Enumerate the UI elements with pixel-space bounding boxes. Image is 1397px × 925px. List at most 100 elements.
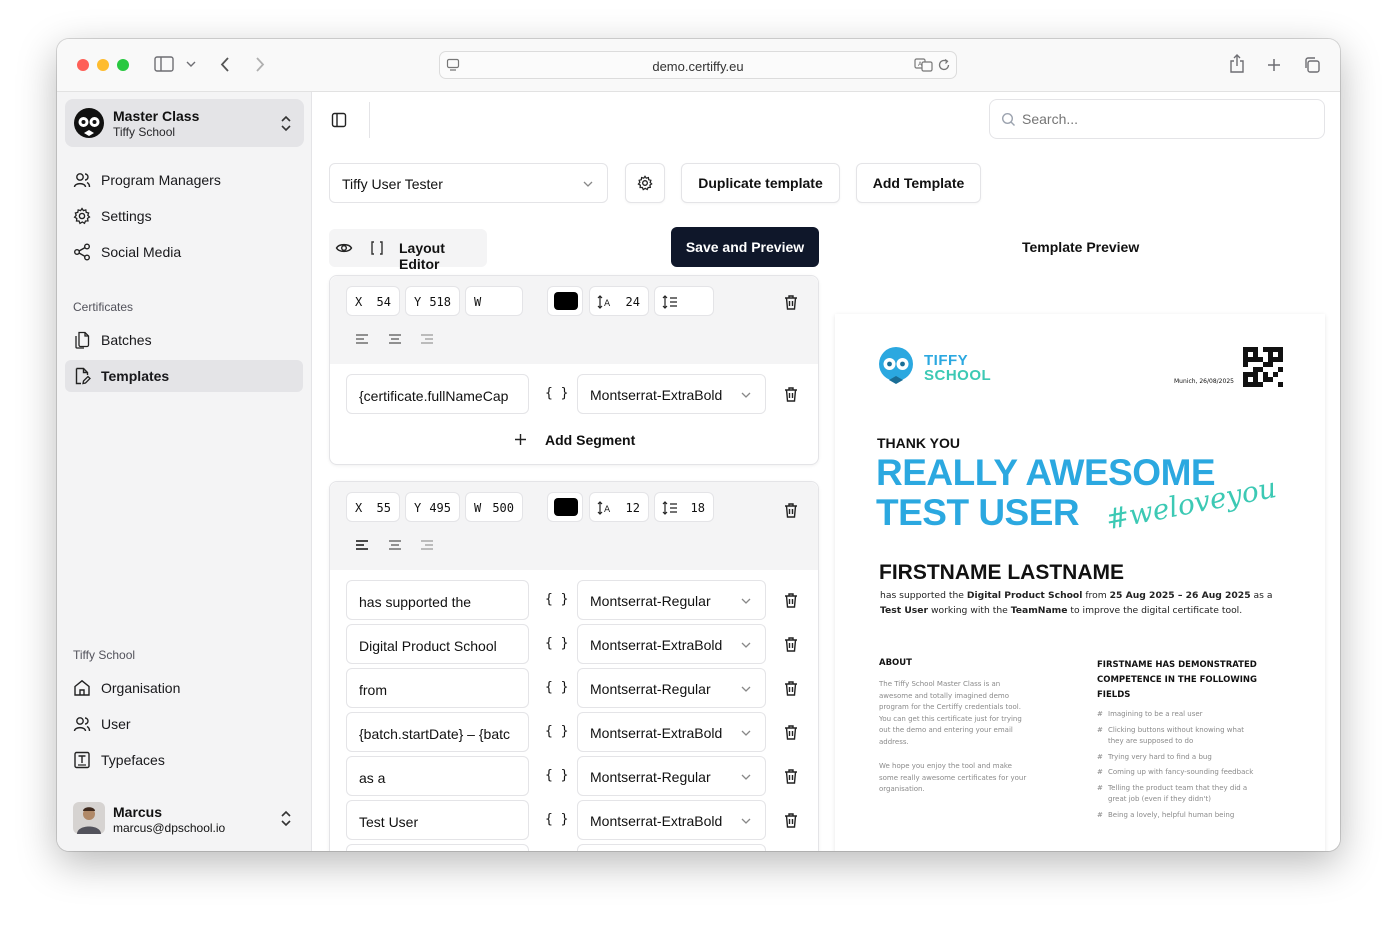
about-paragraph-1: The Tiffy School Master Class is an awes… bbox=[879, 679, 1022, 748]
segment-text-input[interactable]: {batch.startDate} – {batc bbox=[346, 712, 529, 752]
sidebar-item-batches[interactable]: Batches bbox=[65, 324, 303, 356]
tab-overview-icon[interactable] bbox=[1303, 56, 1321, 74]
add-template-button[interactable]: Add Template bbox=[856, 163, 981, 203]
align-right-icon[interactable] bbox=[420, 539, 434, 551]
org-switcher[interactable]: Master Class Tiffy School bbox=[65, 99, 304, 147]
align-left-icon[interactable] bbox=[355, 333, 369, 345]
chevron-down-icon bbox=[741, 730, 751, 736]
svg-text:A: A bbox=[604, 299, 611, 309]
reload-icon[interactable] bbox=[937, 58, 951, 72]
color-picker[interactable] bbox=[547, 492, 583, 522]
search-box[interactable] bbox=[989, 99, 1325, 139]
save-preview-button[interactable]: Save and Preview bbox=[671, 227, 819, 267]
competence-item: # Coming up with fancy-sounding feedback bbox=[1097, 767, 1253, 779]
translate-icon[interactable]: A bbox=[914, 57, 934, 73]
panel-toggle-icon[interactable] bbox=[331, 112, 347, 128]
align-center-icon[interactable] bbox=[388, 333, 402, 345]
text-block-card: X 54 Y 518 W A 24 {certificate.fullNameCap… bbox=[329, 275, 819, 465]
y-position-input[interactable]: Y 518 bbox=[405, 286, 460, 316]
variable-button[interactable]: { } bbox=[545, 768, 568, 783]
body-text: to improve the digital certificate tool. bbox=[1067, 605, 1243, 616]
sidebar-item-label: Batches bbox=[101, 332, 152, 348]
trash-icon[interactable] bbox=[783, 812, 799, 828]
chevron-down-icon[interactable] bbox=[186, 61, 196, 68]
sidebar-item-typefaces[interactable]: Typefaces bbox=[65, 744, 303, 776]
font-select[interactable]: Montserrat-Regular bbox=[577, 668, 766, 708]
x-position-input[interactable]: X 55 bbox=[346, 492, 400, 522]
font-size-input[interactable]: A 12 bbox=[589, 492, 649, 522]
width-input[interactable]: W bbox=[465, 286, 523, 316]
width-input[interactable]: W 500 bbox=[465, 492, 523, 522]
font-select[interactable]: Montserrat-Regular bbox=[577, 756, 766, 796]
search-input[interactable] bbox=[1022, 109, 1302, 129]
w-key: W bbox=[474, 295, 482, 309]
address-bar[interactable]: demo.certiffy.eu A bbox=[439, 51, 957, 79]
trash-icon[interactable] bbox=[783, 680, 799, 696]
font-size-input[interactable]: A 24 bbox=[589, 286, 649, 316]
template-select[interactable]: Tiffy User Tester bbox=[329, 163, 608, 203]
x-position-input[interactable]: X 54 bbox=[346, 286, 400, 316]
competence-text: great job (even if they didn't) bbox=[1108, 795, 1211, 803]
font-select[interactable]: Montserrat-ExtraBold bbox=[577, 624, 766, 664]
font-select[interactable]: Montserrat-Regular bbox=[577, 580, 766, 620]
sidebar-item-organisation[interactable]: Organisation bbox=[65, 672, 303, 704]
share-icon[interactable] bbox=[1229, 54, 1245, 74]
back-arrow-icon[interactable] bbox=[219, 56, 231, 73]
variable-button[interactable]: { } bbox=[545, 680, 568, 695]
sidebar-item-program-managers[interactable]: Program Managers bbox=[65, 164, 303, 196]
eye-icon[interactable] bbox=[335, 239, 353, 257]
browser-toolbar: demo.certiffy.eu A bbox=[57, 39, 1340, 92]
add-segment-button[interactable]: Add Segment bbox=[510, 428, 640, 452]
variable-button[interactable]: { } bbox=[545, 386, 568, 401]
variable-button[interactable]: { } bbox=[545, 636, 568, 651]
layout-editor-header: Layout Editor bbox=[329, 229, 487, 272]
variable-button[interactable]: { } bbox=[545, 724, 568, 739]
sidebar-item-social-media[interactable]: Social Media bbox=[65, 236, 303, 268]
trash-icon[interactable] bbox=[783, 592, 799, 608]
zoom-window-button[interactable] bbox=[117, 59, 129, 71]
variable-button[interactable]: { } bbox=[545, 812, 568, 827]
segment-text-input[interactable] bbox=[346, 844, 529, 851]
minimize-window-button[interactable] bbox=[97, 59, 109, 71]
y-position-input[interactable]: Y 495 bbox=[405, 492, 460, 522]
align-right-icon[interactable] bbox=[420, 333, 434, 345]
forward-arrow-icon[interactable] bbox=[254, 56, 266, 73]
variable-button[interactable]: { } bbox=[545, 592, 568, 607]
line-height-value: 18 bbox=[690, 501, 705, 515]
user-menu[interactable]: Marcus marcus@dpschool.io bbox=[65, 794, 304, 842]
font-select[interactable]: Montserrat-ExtraBold bbox=[577, 712, 766, 752]
sidebar-item-settings[interactable]: Settings bbox=[65, 200, 303, 232]
font-select[interactable] bbox=[577, 844, 766, 851]
segment-text-input[interactable]: from bbox=[346, 668, 529, 708]
font-select[interactable]: Montserrat-ExtraBold bbox=[577, 800, 766, 840]
close-window-button[interactable] bbox=[77, 59, 89, 71]
segment-text-input[interactable]: Digital Product School bbox=[346, 624, 529, 664]
align-center-icon[interactable] bbox=[388, 539, 402, 551]
line-height-input[interactable] bbox=[654, 286, 714, 316]
new-tab-icon[interactable] bbox=[1266, 57, 1282, 73]
trash-icon[interactable] bbox=[783, 768, 799, 784]
trash-icon[interactable] bbox=[783, 636, 799, 652]
color-picker[interactable] bbox=[547, 286, 583, 316]
trash-icon[interactable] bbox=[783, 724, 799, 740]
competence-item: # Telling the product team that they did … bbox=[1097, 783, 1253, 806]
sidebar-toggle-icon[interactable] bbox=[154, 56, 174, 72]
place-date: Munich, 26/08/2025 bbox=[1174, 378, 1234, 385]
sidebar-item-templates[interactable]: Templates bbox=[65, 360, 303, 392]
brackets-icon[interactable] bbox=[369, 240, 385, 256]
align-left-icon[interactable] bbox=[355, 539, 369, 551]
segment-text-input[interactable]: Test User bbox=[346, 800, 529, 840]
duplicate-template-button[interactable]: Duplicate template bbox=[681, 163, 840, 203]
sidebar-item-user[interactable]: User bbox=[65, 708, 303, 740]
segment-text-input[interactable]: as a bbox=[346, 756, 529, 796]
school-heading: Tiffy School bbox=[73, 648, 136, 662]
trash-icon[interactable] bbox=[783, 502, 799, 518]
w-value: 500 bbox=[492, 501, 514, 515]
font-select[interactable]: Montserrat-ExtraBold bbox=[577, 374, 766, 414]
segment-text-input[interactable]: has supported the bbox=[346, 580, 529, 620]
line-height-input[interactable]: 18 bbox=[654, 492, 714, 522]
trash-icon[interactable] bbox=[783, 386, 799, 402]
template-settings-button[interactable] bbox=[625, 163, 665, 203]
segment-text-input[interactable]: {certificate.fullNameCap bbox=[346, 374, 529, 414]
trash-icon[interactable] bbox=[783, 294, 799, 310]
